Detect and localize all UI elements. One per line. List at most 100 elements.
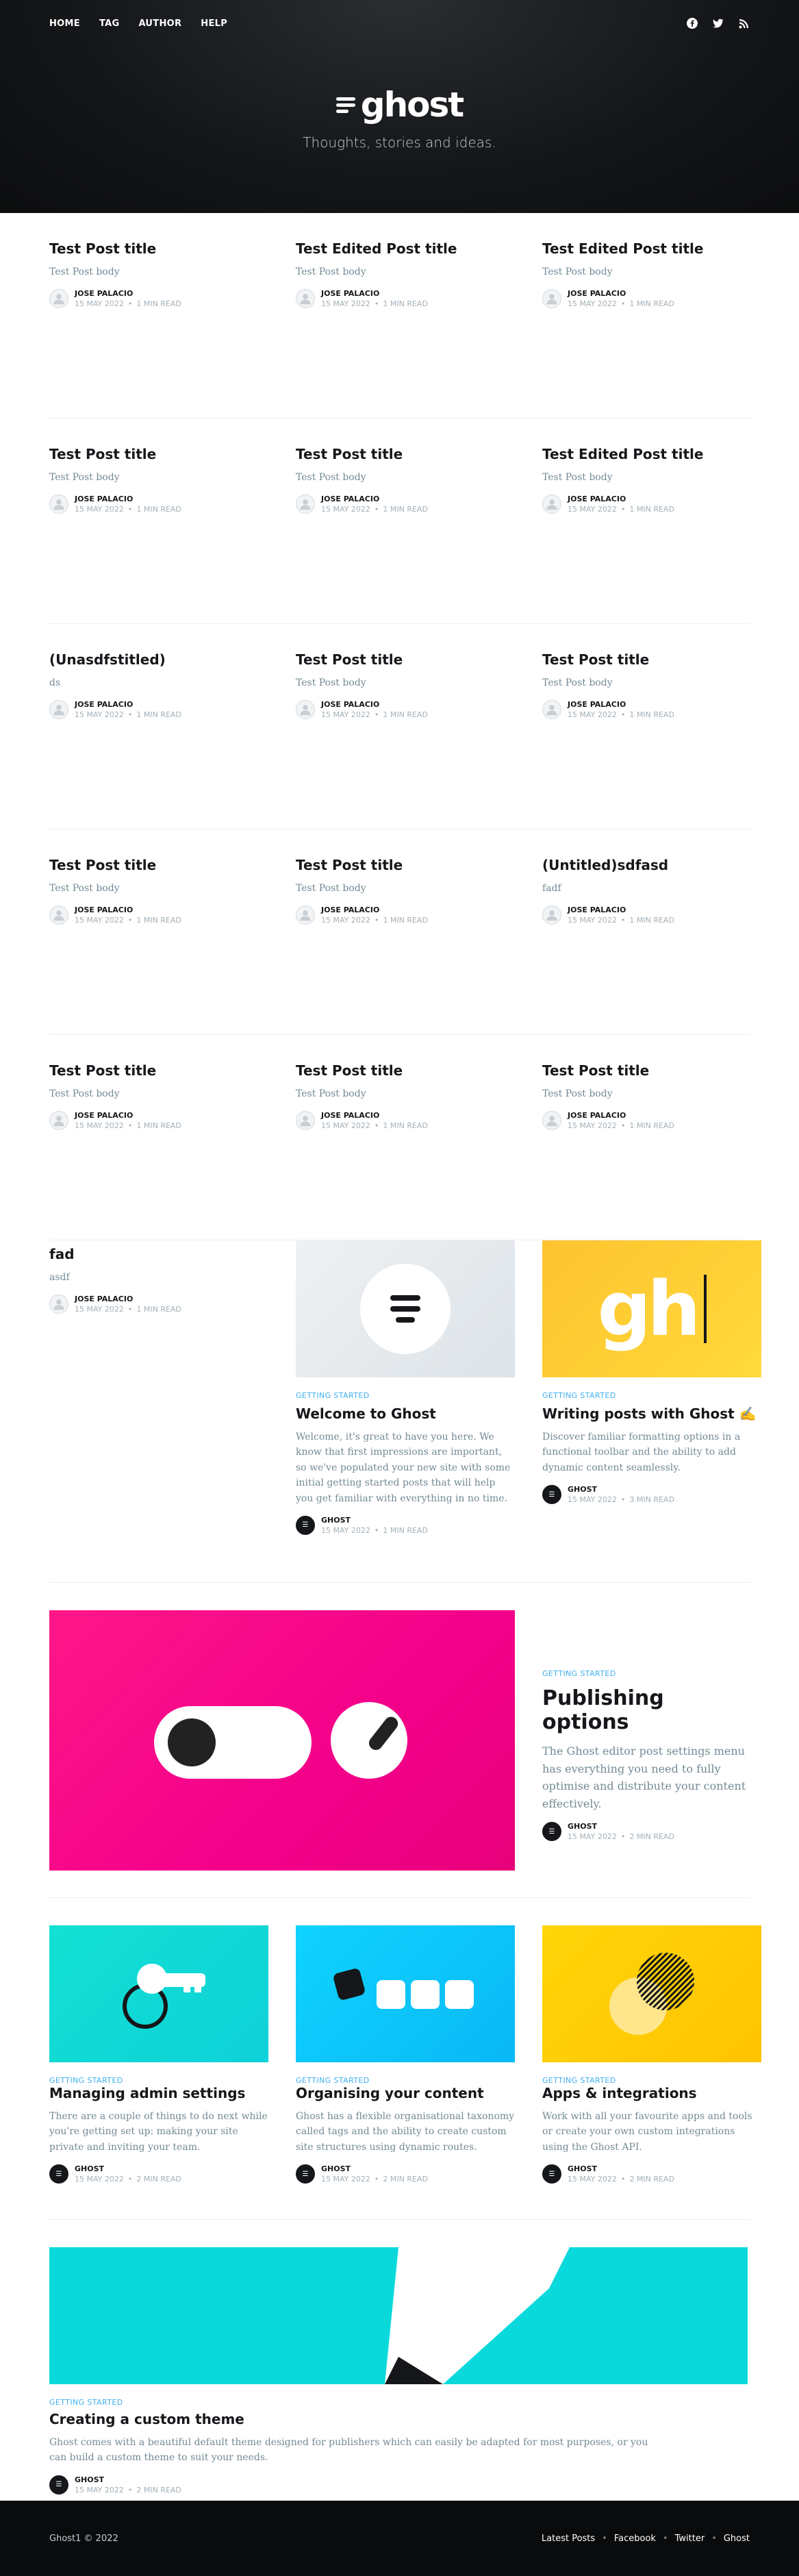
post-feature-image[interactable] — [49, 1610, 515, 1871]
author-avatar[interactable] — [296, 700, 315, 720]
post-title[interactable]: Test Post title — [49, 1062, 268, 1079]
post-title[interactable]: fad — [49, 1246, 268, 1263]
post-feature-image[interactable] — [296, 1925, 515, 2062]
post-card[interactable]: GETTING STARTED Managing admin settings … — [49, 1925, 268, 2219]
post-card[interactable]: Test Post title Test Post body JOSE PALACI… — [296, 651, 515, 829]
footer-link-ghost[interactable]: Ghost — [724, 2534, 750, 2544]
author-name[interactable]: JOSE PALACIO — [568, 289, 674, 298]
author-avatar[interactable] — [542, 1111, 561, 1131]
post-card[interactable]: GETTING STARTED Apps & integrations Work… — [542, 1925, 761, 2219]
author-avatar[interactable] — [296, 289, 315, 309]
post-card[interactable]: gh GETTING STARTED Writing posts with Gh… — [542, 1240, 761, 1582]
post-feature-image[interactable] — [49, 2247, 748, 2384]
post-title[interactable]: Test Post title — [49, 446, 268, 463]
post-title[interactable]: Welcome to Ghost — [296, 1405, 515, 1423]
post-card[interactable]: Test Post title Test Post body JOSE PALACI… — [296, 1062, 515, 1240]
author-avatar[interactable]: ☰ — [49, 2164, 68, 2184]
author-name[interactable]: JOSE PALACIO — [568, 1111, 674, 1120]
post-card[interactable]: Test Post title Test Post body JOSE PALACI… — [542, 651, 761, 829]
author-avatar[interactable]: ☰ — [49, 2475, 68, 2494]
post-tag[interactable]: GETTING STARTED — [542, 1669, 750, 1678]
post-card[interactable]: (Untitled)sdfasd fadf JOSE PALACIO 15 MAY 2… — [542, 857, 761, 1034]
post-title[interactable]: Test Post title — [542, 651, 761, 668]
post-card[interactable]: Test Post title Test Post body JOSE PALACI… — [542, 1062, 761, 1240]
author-name[interactable]: JOSE PALACIO — [75, 905, 181, 914]
author-avatar[interactable] — [542, 289, 561, 309]
author-avatar[interactable]: ☰ — [542, 1485, 561, 1505]
post-card[interactable]: GETTING STARTED Creating a custom theme … — [49, 2384, 748, 2494]
author-avatar[interactable] — [542, 905, 561, 925]
post-card[interactable]: Test Post title Test Post body JOSE PALACI… — [296, 857, 515, 1034]
author-name[interactable]: JOSE PALACIO — [75, 289, 181, 298]
author-name[interactable]: JOSE PALACIO — [321, 700, 428, 709]
post-title[interactable]: Test Edited Post title — [542, 240, 761, 258]
author-avatar[interactable]: ☰ — [296, 1515, 315, 1535]
author-avatar[interactable] — [296, 1111, 315, 1131]
author-avatar[interactable] — [542, 700, 561, 720]
post-title[interactable]: Test Edited Post title — [296, 240, 515, 258]
author-name[interactable]: JOSE PALACIO — [75, 495, 181, 503]
author-avatar[interactable] — [49, 905, 68, 925]
post-card[interactable]: Test Post title Test Post body JOSE PALACI… — [49, 1062, 268, 1240]
post-title[interactable]: Creating a custom theme — [49, 2411, 748, 2428]
post-card[interactable]: Test Post title Test Post body JOSE PALACI… — [296, 446, 515, 623]
post-title[interactable]: Test Post title — [49, 857, 268, 874]
author-name[interactable]: JOSE PALACIO — [321, 289, 428, 298]
post-card[interactable]: Test Edited Post title Test Post body JOSE… — [296, 240, 515, 418]
nav-link-home[interactable]: HOME — [49, 18, 80, 29]
post-feature-image[interactable] — [296, 1240, 515, 1377]
post-card[interactable]: GETTING STARTED Publishing options The G… — [542, 1610, 750, 1842]
author-name[interactable]: GHOST — [568, 2164, 674, 2173]
author-avatar[interactable]: ☰ — [542, 2164, 561, 2184]
post-tag[interactable]: GETTING STARTED — [296, 2076, 515, 2085]
post-card[interactable]: Test Edited Post title Test Post body JOSE… — [542, 240, 761, 418]
author-name[interactable]: GHOST — [321, 2164, 428, 2173]
post-card[interactable]: GETTING STARTED Welcome to Ghost Welcome… — [296, 1240, 515, 1582]
author-name[interactable]: GHOST — [75, 2164, 181, 2173]
post-title[interactable]: Writing posts with Ghost ✍️ — [542, 1405, 761, 1423]
post-title[interactable]: Test Post title — [296, 446, 515, 463]
post-card[interactable]: Test Post title Test Post body JOSE PALACI… — [49, 857, 268, 1034]
author-name[interactable]: JOSE PALACIO — [75, 1295, 181, 1303]
author-name[interactable]: JOSE PALACIO — [75, 1111, 181, 1120]
footer-link-twitter[interactable]: Twitter — [675, 2534, 705, 2544]
nav-link-help[interactable]: HELP — [201, 18, 227, 29]
author-name[interactable]: JOSE PALACIO — [321, 905, 428, 914]
twitter-icon[interactable] — [713, 18, 724, 29]
nav-link-tag[interactable]: TAG — [99, 18, 120, 29]
author-avatar[interactable] — [49, 1295, 68, 1314]
author-name[interactable]: GHOST — [321, 1516, 428, 1525]
author-name[interactable]: JOSE PALACIO — [321, 495, 428, 503]
author-name[interactable]: GHOST — [568, 1822, 674, 1831]
post-title[interactable]: Publishing options — [542, 1686, 750, 1734]
author-name[interactable]: JOSE PALACIO — [321, 1111, 428, 1120]
author-avatar[interactable] — [296, 905, 315, 925]
post-title[interactable]: Test Post title — [49, 240, 268, 258]
post-tag[interactable]: GETTING STARTED — [49, 2398, 748, 2407]
post-feature-image[interactable] — [542, 1925, 761, 2062]
post-card[interactable]: (Unasdfstitled) ds JOSE PALACIO 15 MAY 2022… — [49, 651, 268, 829]
post-title[interactable]: (Untitled)sdfasd — [542, 857, 761, 874]
author-avatar[interactable] — [49, 1111, 68, 1131]
footer-link-facebook[interactable]: Facebook — [614, 2534, 656, 2544]
post-card[interactable]: Test Post title Test Post body JOSE PALACI… — [49, 446, 268, 623]
post-title[interactable]: Organising your content — [296, 2085, 515, 2102]
post-tag[interactable]: GETTING STARTED — [49, 2076, 268, 2085]
post-title[interactable]: Test Post title — [296, 1062, 515, 1079]
post-title[interactable]: Managing admin settings — [49, 2085, 268, 2102]
author-avatar[interactable] — [49, 289, 68, 309]
author-name[interactable]: JOSE PALACIO — [568, 700, 674, 709]
author-name[interactable]: JOSE PALACIO — [75, 700, 181, 709]
author-avatar[interactable] — [542, 495, 561, 514]
author-name[interactable]: GHOST — [568, 1485, 674, 1494]
post-title[interactable]: Test Post title — [542, 1062, 761, 1079]
footer-link-latest-posts[interactable]: Latest Posts — [542, 2534, 595, 2544]
post-feature-image[interactable]: gh — [542, 1240, 761, 1377]
facebook-icon[interactable] — [687, 18, 698, 29]
post-card[interactable]: Test Post title Test Post body JOSE PALACI… — [49, 240, 268, 418]
site-logo[interactable]: ghost — [335, 88, 464, 122]
post-tag[interactable]: GETTING STARTED — [296, 1391, 515, 1400]
author-avatar[interactable]: ☰ — [542, 1822, 561, 1842]
post-tag[interactable]: GETTING STARTED — [542, 1391, 761, 1400]
author-name[interactable]: GHOST — [75, 2475, 181, 2484]
